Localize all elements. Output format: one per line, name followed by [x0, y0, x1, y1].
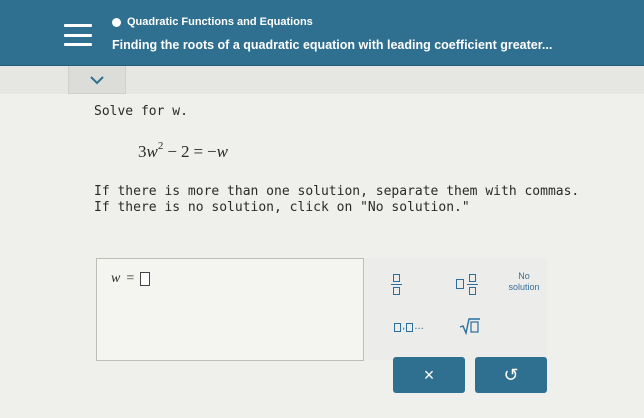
square-root-icon	[459, 318, 480, 335]
equation: 3 w 2 − 2 = − w	[138, 140, 228, 162]
chevron-down-icon	[90, 75, 104, 84]
no-solution-key[interactable]: No solution	[499, 266, 549, 298]
topic-title: Quadratic Functions and Equations	[127, 16, 313, 28]
math-keypad: No solution ,...	[365, 258, 547, 360]
mixed-number-icon	[456, 273, 478, 295]
list-key[interactable]: ,...	[389, 312, 429, 340]
list-separator: ,	[402, 320, 406, 332]
undo-button[interactable]: ↺	[475, 357, 547, 393]
instruction-no-solution: If there is no solution, click on "No so…	[94, 200, 470, 215]
instruction-multiple: If there is more than one solution, sepa…	[94, 184, 580, 199]
clear-button[interactable]: ×	[393, 357, 465, 393]
lesson-title: Finding the roots of a quadratic equatio…	[112, 38, 553, 52]
eq-equals: =	[193, 142, 204, 161]
close-icon: ×	[423, 365, 435, 385]
topic-dot-icon	[112, 17, 121, 27]
header-bar: Quadratic Functions and Equations Findin…	[0, 0, 644, 66]
list-icon: ,...	[394, 321, 424, 332]
undo-icon: ↺	[503, 365, 519, 385]
no-solution-line1: No	[518, 271, 530, 281]
menu-icon[interactable]	[64, 24, 92, 46]
answer-variable: w	[111, 271, 121, 286]
eq-variable: w	[146, 142, 158, 161]
answer-placeholder-box[interactable]	[140, 272, 151, 286]
answer-equals: =	[126, 271, 135, 286]
topic-row: Quadratic Functions and Equations	[112, 16, 313, 28]
fraction-key[interactable]	[379, 270, 413, 298]
list-ellipsis: ...	[414, 320, 424, 332]
eq-rhs-variable: w	[216, 142, 228, 161]
collapse-toggle[interactable]	[68, 66, 126, 94]
answer-input[interactable]: w =	[96, 258, 364, 361]
eq-exponent: 2	[157, 140, 164, 152]
problem-area	[0, 94, 644, 418]
no-solution-label: No solution	[499, 271, 549, 293]
problem-prompt: Solve for w.	[94, 104, 188, 119]
eq-coefficient: 3	[138, 142, 147, 161]
answer-expression: w =	[111, 271, 151, 287]
fraction-icon	[390, 273, 402, 295]
no-solution-line2: solution	[508, 282, 540, 292]
eq-rhs-sign: −	[207, 142, 217, 161]
eq-minus: −	[167, 142, 177, 161]
eq-constant: 2	[180, 142, 190, 161]
mixed-number-key[interactable]	[447, 270, 487, 298]
square-root-key[interactable]	[453, 312, 487, 340]
